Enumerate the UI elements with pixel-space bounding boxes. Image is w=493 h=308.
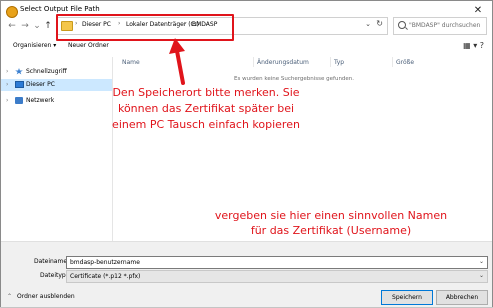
navigation-pane: › Schnellzugriff › Dieser PC › Netzwerk <box>1 57 113 241</box>
sidebar-item-this-pc[interactable]: › Dieser PC <box>1 79 112 91</box>
filename-label: Dateiname: <box>34 258 70 265</box>
highlight-box <box>56 14 234 41</box>
computer-icon <box>15 81 24 88</box>
filename-field[interactable]: bmdasp-benutzername ⌄ <box>66 256 488 269</box>
organize-menu[interactable]: Organisieren ▾ <box>13 42 56 49</box>
up-arrow-icon[interactable]: ↑ <box>43 20 53 32</box>
column-header-date[interactable]: Änderungsdatum <box>257 59 309 66</box>
network-icon <box>15 97 23 104</box>
filename-value: bmdasp-benutzername <box>70 259 140 266</box>
back-arrow-icon[interactable]: ← <box>7 20 17 32</box>
new-folder-button[interactable]: Neuer Ordner <box>68 42 109 49</box>
column-divider <box>253 57 254 67</box>
window-title: Select Output File Path <box>20 5 100 13</box>
filetype-select[interactable]: Certificate (*.p12 *.pfx) ⌄ <box>66 270 488 283</box>
recent-locations-icon[interactable]: ⌄ <box>32 20 42 32</box>
column-header-name[interactable]: Name <box>122 59 140 66</box>
search-placeholder: "BMDASP" durchsuchen <box>409 22 481 29</box>
refresh-icon[interactable]: ↻ <box>376 19 383 28</box>
star-icon <box>15 68 23 75</box>
save-button[interactable]: Speichern <box>381 290 433 305</box>
sidebar-item-network[interactable]: › Netzwerk <box>1 95 112 107</box>
annotation-storage-note: Den Speicherort bitte merken. Sie können… <box>112 86 300 131</box>
bottom-panel: Dateiname: bmdasp-benutzername ⌄ Dateity… <box>1 241 492 307</box>
expand-icon[interactable]: › <box>6 97 8 104</box>
empty-message: Es wurden keine Suchergebnisse gefunden. <box>234 76 355 82</box>
file-dialog: Select Output File Path ✕ ← → ⌄ ↑ › Dies… <box>0 0 493 307</box>
sidebar-item-label: Netzwerk <box>26 97 55 104</box>
toolbar: Organisieren ▾ Neuer Ordner ▦ ▾ ? <box>1 39 492 55</box>
filename-dropdown-icon[interactable]: ⌄ <box>479 258 484 265</box>
search-input[interactable]: "BMDASP" durchsuchen <box>393 17 487 35</box>
sidebar-item-label: Schnellzugriff <box>26 68 67 75</box>
search-icon <box>398 21 406 29</box>
address-dropdown-icon[interactable]: ⌄ <box>365 20 371 28</box>
column-header-size[interactable]: Größe <box>396 59 414 66</box>
column-divider <box>330 57 331 67</box>
filetype-label: Dateityp: <box>40 272 68 279</box>
column-divider <box>392 57 393 67</box>
chevron-up-icon: ⌃ <box>7 293 13 300</box>
column-header-type[interactable]: Typ <box>334 59 344 66</box>
sidebar-item-quick-access[interactable]: › Schnellzugriff <box>1 66 112 78</box>
cancel-button[interactable]: Abbrechen <box>436 290 488 305</box>
forward-arrow-icon[interactable]: → <box>20 20 30 32</box>
filetype-dropdown-icon[interactable]: ⌄ <box>479 272 484 279</box>
hide-folders-label: Ordner ausblenden <box>17 293 75 300</box>
filetype-value: Certificate (*.p12 *.pfx) <box>70 273 141 280</box>
expand-icon[interactable]: › <box>6 68 8 75</box>
annotation-name-note: vergeben sie hier einen sinnvollen Namen… <box>214 209 448 237</box>
sidebar-item-label: Dieser PC <box>26 81 55 88</box>
view-options-icon[interactable]: ▦ ▾ ? <box>463 41 484 50</box>
expand-icon[interactable]: › <box>6 81 8 88</box>
